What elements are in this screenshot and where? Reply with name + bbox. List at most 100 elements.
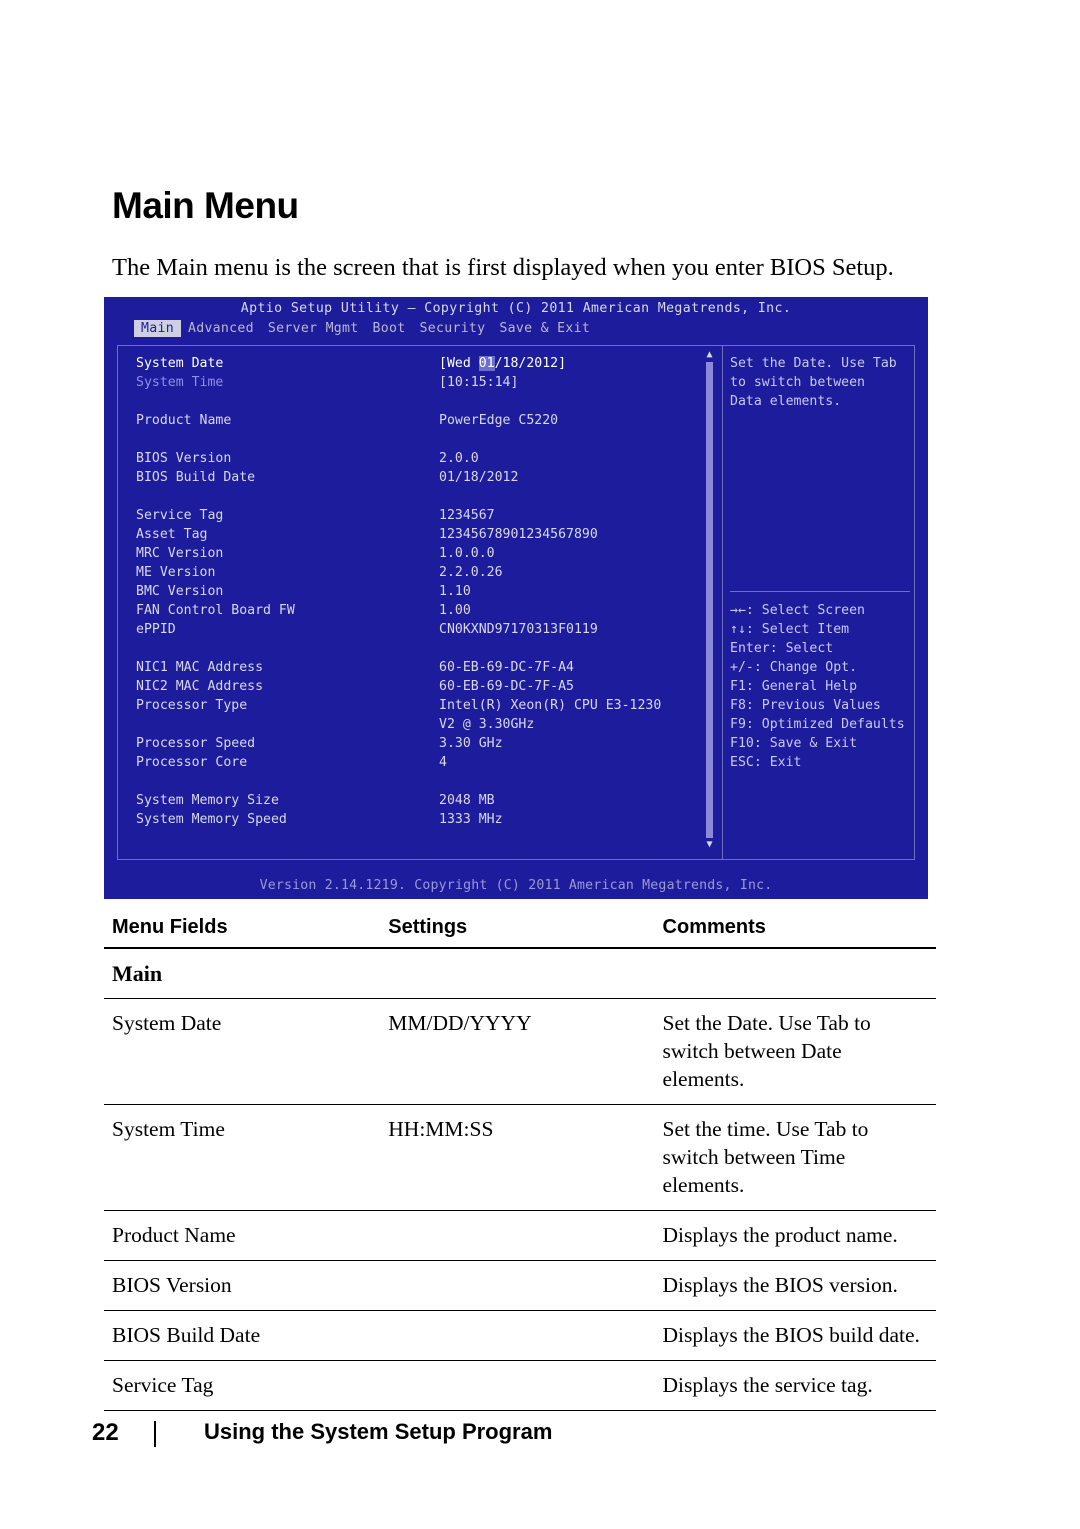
table-row: BIOS Build Date Displays the BIOS build d… [104, 1310, 936, 1361]
cell-menu-field: Service Tag [104, 1360, 381, 1411]
bios-help-line: Set the Date. Use Tab [730, 356, 897, 371]
bios-row[interactable]: V2 @ 3.30GHz [136, 715, 696, 734]
cell-comments: Displays the BIOS version. [654, 1260, 936, 1311]
bios-key-line: →←: Select Screen [730, 603, 865, 618]
bios-row-value: 1333 MHz [439, 812, 503, 827]
bios-version-footer: Version 2.14.1219. Copyright (C) 2011 Am… [259, 878, 773, 893]
bios-row-label: ME Version [136, 565, 216, 580]
bios-row-spacer [136, 430, 696, 449]
bios-row[interactable]: System Memory Speed 1333 MHz [136, 810, 696, 829]
page-footer: 22 Using the System Setup Program [92, 1419, 952, 1459]
bios-body: System Date [Wed 01/18/2012] System Time [1… [117, 345, 915, 860]
table-header-row: Menu Fields Settings Comments [104, 906, 936, 949]
bios-title: Aptio Setup Utility – Copyright (C) 2011… [240, 301, 792, 316]
bios-row-value: 1234567 [439, 508, 495, 523]
bios-row[interactable]: Processor Core 4 [136, 753, 696, 772]
bios-row[interactable]: BIOS Build Date 01/18/2012 [136, 468, 696, 487]
tab-server-mgmt[interactable]: Server Mgmt [261, 320, 366, 337]
bios-row-spacer [136, 639, 696, 658]
bios-row-value: [10:15:14] [439, 375, 519, 390]
intro-paragraph: The Main menu is the screen that is firs… [112, 253, 894, 281]
bios-row-spacer [136, 772, 696, 791]
bios-row[interactable]: FAN Control Board FW 1.00 [136, 601, 696, 620]
bios-key-legend: →←: Select Screen ↑↓: Select Item Enter: S… [730, 601, 920, 772]
bios-help-line: to switch between [730, 375, 865, 390]
bios-row-label: Product Name [136, 413, 232, 428]
cell-settings [380, 1210, 655, 1261]
bios-row-label: System Date [136, 356, 224, 371]
footer-section-title: Using the System Setup Program [204, 1419, 553, 1444]
table-row: System Time HH:MM:SS Set the time. Use Tab… [104, 1104, 936, 1211]
bios-row[interactable]: System Date [Wed 01/18/2012] [136, 354, 696, 373]
bios-row-spacer [136, 392, 696, 411]
bios-row-value: 2.0.0 [439, 451, 479, 466]
table-row: System Date MM/DD/YYYY Set the Date. Use T… [104, 998, 936, 1105]
bios-row-value: 2.2.0.26 [439, 565, 503, 580]
bios-row[interactable]: ME Version 2.2.0.26 [136, 563, 696, 582]
bios-row-value: 60-EB-69-DC-7F-A5 [439, 679, 574, 694]
bios-key-line: F9: Optimized Defaults [730, 717, 905, 732]
tab-boot[interactable]: Boot [366, 320, 413, 337]
tab-advanced[interactable]: Advanced [181, 320, 261, 337]
bios-row-label: Service Tag [136, 508, 224, 523]
bios-row-label: Processor Core [136, 755, 248, 770]
bios-row-spacer [136, 487, 696, 506]
header-comments: Comments [654, 906, 936, 949]
bios-row[interactable]: Processor Type Intel(R) Xeon(R) CPU E3-12… [136, 696, 696, 715]
bios-settings-pane: System Date [Wed 01/18/2012] System Time [1… [118, 346, 722, 859]
cell-settings: HH:MM:SS [380, 1104, 655, 1211]
bios-row[interactable]: Processor Speed 3.30 GHz [136, 734, 696, 753]
bios-row[interactable]: Product Name PowerEdge C5220 [136, 411, 696, 430]
cell-menu-field: System Time [104, 1104, 381, 1211]
bios-row-label: MRC Version [136, 546, 224, 561]
date-field-cursor: 01 [478, 356, 495, 371]
bios-row-label: Asset Tag [136, 527, 208, 542]
bios-help-separator [730, 591, 910, 592]
bios-row[interactable]: BIOS Version 2.0.0 [136, 449, 696, 468]
tab-security[interactable]: Security [413, 320, 493, 337]
page-number: 22 [92, 1419, 119, 1446]
bios-scrollbar[interactable]: ▲ ▼ [705, 350, 714, 850]
table-section-label: Main [104, 948, 936, 999]
tab-main[interactable]: Main [134, 320, 181, 337]
cell-comments: Set the Date. Use Tab to switch between … [654, 998, 936, 1105]
cell-comments: Displays the product name. [654, 1210, 936, 1261]
header-settings: Settings [380, 906, 655, 949]
bios-row[interactable]: NIC2 MAC Address 60-EB-69-DC-7F-A5 [136, 677, 696, 696]
bios-row[interactable]: System Memory Size 2048 MB [136, 791, 696, 810]
bios-row[interactable]: Asset Tag 12345678901234567890 [136, 525, 696, 544]
bios-row-label: Processor Type [136, 698, 248, 713]
bios-row-label: FAN Control Board FW [136, 603, 295, 618]
document-page: Main Menu The Main menu is the screen th… [0, 0, 1080, 1529]
scroll-thumb[interactable] [706, 362, 713, 838]
table-row: Product Name Displays the product name. [104, 1210, 936, 1261]
header-menu-fields: Menu Fields [104, 906, 381, 949]
tab-save-exit[interactable]: Save & Exit [492, 320, 597, 337]
cell-comments: Displays the service tag. [654, 1360, 936, 1411]
bios-row-value: 12345678901234567890 [439, 527, 598, 542]
scroll-down-arrow[interactable]: ▼ [705, 840, 714, 850]
bios-row-value: [Wed 01/18/2012] [439, 356, 567, 371]
cell-settings [380, 1360, 655, 1411]
cell-settings: MM/DD/YYYY [380, 998, 655, 1105]
bios-help-line: Data elements. [730, 394, 842, 409]
bios-row-value: 60-EB-69-DC-7F-A4 [439, 660, 574, 675]
table-body: Main System Date MM/DD/YYYY Set the Date. U… [104, 948, 936, 1411]
bios-row[interactable]: ePPID CN0KXND97170313F0119 [136, 620, 696, 639]
bios-row[interactable]: NIC1 MAC Address 60-EB-69-DC-7F-A4 [136, 658, 696, 677]
bios-row[interactable]: MRC Version 1.0.0.0 [136, 544, 696, 563]
bios-row-value: 4 [439, 755, 447, 770]
bios-row-label: BIOS Version [136, 451, 232, 466]
bios-key-line: ↑↓: Select Item [730, 622, 850, 637]
cell-comments: Set the time. Use Tab to switch between … [654, 1104, 936, 1211]
bios-screenshot: Aptio Setup Utility – Copyright (C) 2011… [104, 297, 928, 899]
bios-row-list: System Date [Wed 01/18/2012] System Time [1… [136, 354, 696, 829]
bios-row[interactable]: System Time [10:15:14] [136, 373, 696, 392]
bios-row[interactable]: Service Tag 1234567 [136, 506, 696, 525]
scroll-up-arrow[interactable]: ▲ [705, 350, 714, 360]
bios-row-value: 2048 MB [439, 793, 495, 808]
table-row: Service Tag Displays the service tag. [104, 1360, 936, 1411]
bios-row[interactable]: BMC Version 1.10 [136, 582, 696, 601]
bios-row-value: 1.00 [439, 603, 471, 618]
bios-key-line: +/-: Change Opt. [730, 660, 858, 675]
